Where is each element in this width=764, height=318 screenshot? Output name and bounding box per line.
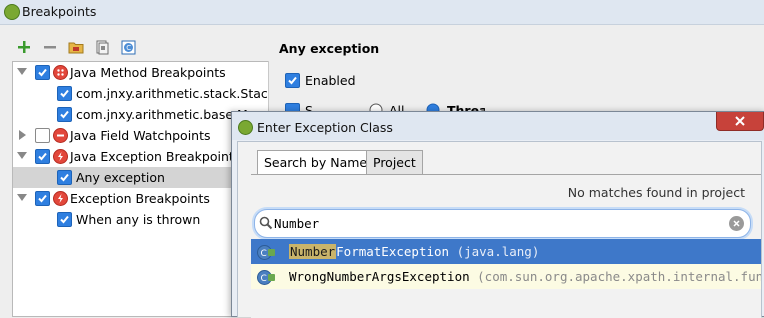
plus-icon: [18, 41, 30, 53]
app-logo-icon: [238, 120, 253, 135]
result-class-name: NumberFormatException (java.lang): [289, 244, 539, 259]
svg-text:C: C: [261, 274, 267, 284]
method-breakpoint-icon: [53, 65, 68, 80]
checkbox-java-field-watchpoints[interactable]: [35, 128, 50, 143]
lock-icon: [268, 249, 275, 256]
class-search-box[interactable]: [254, 209, 751, 238]
tree-label: Exception Breakpoints: [70, 191, 210, 206]
tree-item-stack-arr[interactable]: com.jnxy.arithmetic.stack.StackArr: [13, 83, 269, 104]
result-class-name: WrongNumberArgsException (com.sun.org.ap…: [289, 269, 761, 284]
remove-breakpoint-button[interactable]: [40, 37, 60, 57]
checkbox-base-ma[interactable]: [57, 107, 72, 122]
app-logo-icon: [4, 4, 20, 20]
enabled-checkbox[interactable]: [285, 73, 300, 88]
svg-text:C: C: [126, 44, 131, 52]
tree-group-java-method-breakpoints[interactable]: Java Method Breakpoints: [13, 62, 269, 83]
expand-arrow-icon[interactable]: [17, 152, 27, 159]
detail-title: Any exception: [279, 41, 380, 56]
add-breakpoint-button[interactable]: [14, 37, 34, 57]
group-by-class-button[interactable]: C: [118, 37, 138, 57]
group-by-file-button[interactable]: [92, 37, 112, 57]
match-highlight: Number: [289, 244, 337, 259]
enter-exception-class-dialog: Enter Exception Class Search by Name Pro…: [231, 111, 764, 318]
enabled-label: Enabled: [305, 73, 356, 88]
folder-icon: [68, 42, 84, 54]
breakpoints-toolbar: C: [14, 36, 138, 58]
close-button[interactable]: [716, 112, 764, 131]
tree-label: Any exception: [76, 170, 165, 185]
lock-icon: [268, 274, 275, 281]
checkbox-any-exception[interactable]: [57, 170, 72, 185]
class-name-rest: FormatException: [336, 244, 450, 259]
group-by-package-button[interactable]: [66, 37, 86, 57]
exception-breakpoint-icon: [53, 149, 68, 164]
tab-search-by-name[interactable]: Search by Name: [257, 150, 375, 176]
checkbox-java-exception-breakpoints[interactable]: [35, 149, 50, 164]
expand-arrow-icon[interactable]: [17, 194, 27, 201]
tree-label: com.jnxy.arithmetic.stack.StackArr: [76, 86, 269, 101]
search-panel: No matches found in project C NumberForm…: [251, 174, 761, 318]
class-icon: C: [121, 40, 135, 54]
checkbox-when-any-is-thrown[interactable]: [57, 212, 72, 227]
tree-label: Java Exception Breakpoints: [70, 149, 241, 164]
package-name: (com.sun.org.apache.xpath.internal.funct…: [477, 269, 761, 284]
svg-text:C: C: [261, 249, 267, 259]
dialog-body: Search by Name Project No matches found …: [237, 141, 762, 318]
no-matches-message: No matches found in project: [567, 185, 745, 200]
file-icon: [96, 40, 109, 54]
field-watchpoint-icon: [53, 128, 68, 143]
checkbox-stack-arr[interactable]: [57, 86, 72, 101]
search-results-list[interactable]: C NumberFormatException (java.lang) C Wr…: [251, 239, 761, 318]
dialog-titlebar: Enter Exception Class: [232, 112, 764, 140]
dialog-title: Enter Exception Class: [257, 120, 393, 135]
window-titlebar: Breakpoints: [0, 0, 764, 25]
tree-label: When any is thrown: [76, 212, 201, 227]
clear-search-icon[interactable]: [729, 216, 744, 231]
tree-label: com.jnxy.arithmetic.base.Ma: [76, 107, 256, 122]
enabled-checkbox-row[interactable]: Enabled: [285, 71, 356, 89]
window-title: Breakpoints: [22, 4, 97, 19]
collapse-arrow-icon[interactable]: [19, 130, 26, 140]
checkbox-exception-breakpoints[interactable]: [35, 191, 50, 206]
tree-label: Java Method Breakpoints: [70, 65, 226, 80]
exception-breakpoint-icon: [53, 191, 68, 206]
tree-label: Java Field Watchpoints: [70, 128, 211, 143]
package-name: (java.lang): [456, 244, 540, 259]
class-search-input[interactable]: [274, 214, 714, 232]
checkbox-java-method-breakpoints[interactable]: [35, 65, 50, 80]
search-icon: [259, 216, 273, 230]
result-number-format-exception[interactable]: C NumberFormatException (java.lang): [251, 239, 761, 264]
class-name-rest: WrongNumberArgsException: [289, 269, 470, 284]
tab-project[interactable]: Project: [366, 150, 423, 175]
result-wrong-number-args-exception[interactable]: C WrongNumberArgsException (com.sun.org.…: [251, 264, 761, 289]
close-icon: [735, 116, 745, 126]
expand-arrow-icon[interactable]: [17, 68, 27, 75]
minus-icon: [44, 46, 56, 49]
